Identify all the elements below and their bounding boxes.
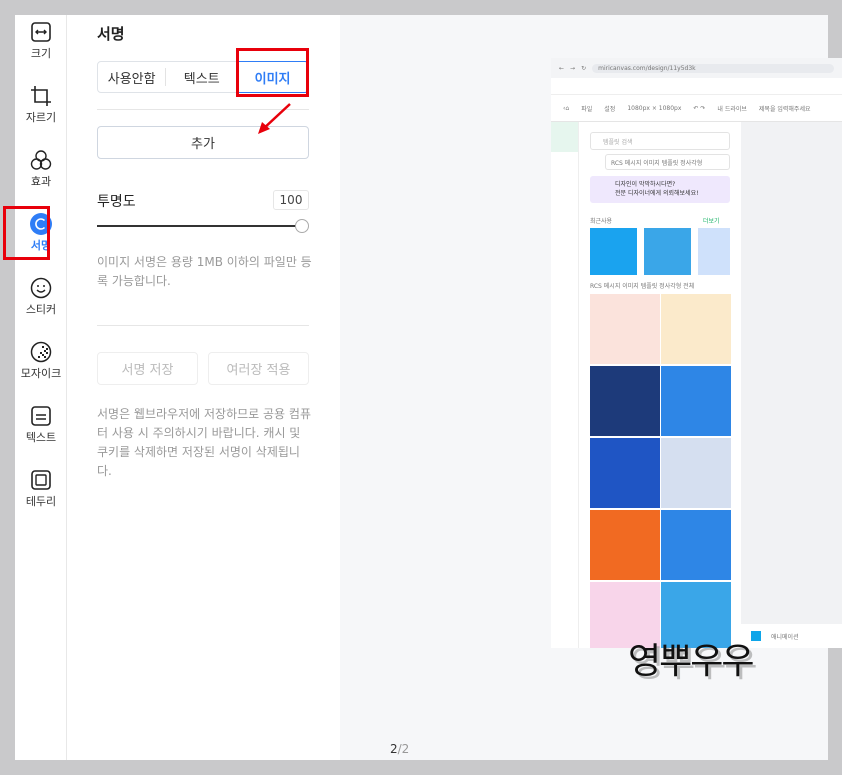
opacity-value[interactable]: 100 [273,190,309,210]
top-strip [67,0,340,15]
app-toolbar: ‹⌂ 파일 설정 1080px × 1080px ↶ ↷ 내 드라이브 제목을 … [551,94,842,122]
sidebar-item-label: 크기 [30,47,52,60]
save-signature-button[interactable]: 서명 저장 [97,352,198,385]
signature-watermark[interactable]: 영뿌우우 [628,632,754,684]
menu-size: 1080px × 1080px [627,104,682,112]
sidebar-item-label: 테두리 [25,495,57,508]
sidebar-item-crop[interactable]: 자르기 [15,85,67,125]
sidebar-item-effects[interactable]: 효과 [15,149,67,189]
sidebar-item-label: 효과 [30,175,52,188]
recent-label: 최근사용 [590,218,613,225]
image-size-note: 이미지 서명은 용량 1MB 이하의 파일만 등록 가능합니다. [97,255,312,288]
template-thumb [590,294,660,364]
mosaic-icon [30,341,52,363]
app-sidebar [551,122,579,648]
banner-sub: 전문 디자이너에게 의뢰해보세요! [615,190,699,197]
menu-settings: 설정 [604,105,616,113]
segment-text[interactable]: 텍스트 [166,62,237,92]
effects-icon [30,150,52,170]
reload-icon: ↻ [581,64,587,72]
animation-button: 애니메이션 [771,633,799,641]
app-bottom-bar: 애니메이션 [741,624,842,648]
sidebar-item-resize[interactable]: 크기 [15,21,67,61]
highlight-box [3,206,50,260]
template-thumb [661,366,731,436]
divider [97,325,309,326]
category-select: RCS 메시지 이미지 템플릿 정사각형 [605,154,730,170]
total-pages: /2 [397,742,410,756]
sidebar-item-sticker[interactable]: 스티커 [15,277,67,317]
preview-image: ← → ↻ miricanvas.com/design/11y5d3k ‹⌂ 파일 … [551,58,842,648]
template-thumb [590,438,660,508]
home-icon: ‹⌂ [563,104,570,112]
segment-none[interactable]: 사용안함 [98,68,167,87]
opacity-slider-handle[interactable] [295,219,309,233]
sidebar-item-text[interactable]: 텍스트 [15,405,67,445]
template-thumb [661,294,731,364]
template-thumb [661,438,731,508]
browser-bar: ← → ↻ miricanvas.com/design/11y5d3k [551,58,842,78]
resize-icon [31,22,51,42]
forward-icon: → [570,64,576,72]
signature-panel: 서명 사용안함 텍스트 이미지 추가 투명도 100 이미지 서명은 용량 1M… [67,15,340,760]
sidebar-item-label: 자르기 [25,111,57,124]
template-thumb [590,510,660,580]
sidebar-item-label: 스티커 [25,303,57,316]
opacity-slider[interactable] [97,225,302,227]
template-thumb [661,510,731,580]
sticker-icon [30,277,52,299]
apply-multiple-button[interactable]: 여러장 적용 [208,352,309,385]
panel-title: 서명 [97,25,125,43]
red-arrow-icon [258,103,291,134]
storage-note: 서명은 웹브라우저에 저장하므로 공용 컴퓨터 사용 시 주의하시기 바랍니다.… [97,407,311,478]
sidebar-item-label: 모자이크 [20,367,62,380]
template-thumb [590,228,637,275]
app-canvas [741,122,842,648]
sidebar-item-label: 텍스트 [25,431,57,444]
template-thumb [698,228,730,275]
url-bar: miricanvas.com/design/11y5d3k [592,63,834,73]
designer-banner: 디자인이 막막하시다면? 전문 디자이너에게 의뢰해보세요! [590,176,730,203]
back-icon: ← [559,64,565,72]
color-swatch [751,631,761,641]
opacity-label: 투명도 [97,194,136,210]
doc-title: 제목을 입력해주세요 [758,105,811,113]
crop-icon [31,86,51,106]
template-thumb [644,228,691,275]
all-templates-label: RCS 메시지 이미지 템플릿 정사각형 전체 [590,283,695,290]
border-icon [31,470,51,490]
banner-title: 디자인이 막막하시다면? [615,181,676,188]
sidebar-item-mosaic[interactable]: 모자이크 [15,341,67,381]
page-indicator: 2/2 [390,742,409,756]
sidebar-item-border[interactable]: 테두리 [15,469,67,509]
current-page: 2 [390,742,398,756]
template-search: 템플릿 검색 [590,132,730,150]
drive-link: 내 드라이브 [717,105,747,113]
menu-file: 파일 [581,105,593,113]
highlight-box [236,48,309,97]
undo-icon: ↶ ↷ [693,104,706,112]
template-thumb [590,366,660,436]
text-icon [31,406,51,426]
more-link: 더보기 [703,218,720,225]
tool-sidebar: 크기 자르기 효과 서명 스티커 모자이크 텍스트 테두리 [15,15,67,760]
